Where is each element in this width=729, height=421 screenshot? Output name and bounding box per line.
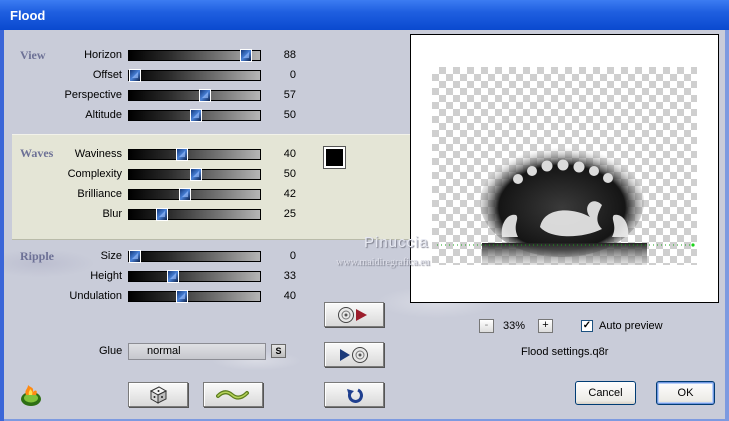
slider-thumb[interactable] <box>178 188 191 201</box>
slider-label-perspective: Perspective <box>64 89 122 101</box>
wave-icon <box>216 389 249 400</box>
slider-label-complexity: Complexity <box>67 168 122 180</box>
glue-label: Glue <box>99 345 123 357</box>
slider-size[interactable] <box>128 250 261 263</box>
auto-preview-checkbox[interactable]: ✓ <box>581 320 593 332</box>
slider-altitude[interactable] <box>128 109 261 122</box>
watermark-name: Pinuccia <box>364 234 429 251</box>
slider-value-brilliance: 42 <box>283 188 296 200</box>
load-settings-button[interactable] <box>324 302 384 327</box>
settings-filename: Flood settings.q8r <box>521 346 609 358</box>
slider-thumb[interactable] <box>176 290 189 303</box>
slider-label-size: Size <box>100 250 122 262</box>
slider-value-offset: 0 <box>289 69 296 81</box>
slider-value-size: 0 <box>289 250 296 262</box>
slider-value-blur: 25 <box>283 208 296 220</box>
undo-icon <box>347 388 363 403</box>
slider-value-waviness: 40 <box>283 148 296 160</box>
auto-preview-label: Auto preview <box>599 320 663 332</box>
title-bar[interactable]: Flood <box>0 0 729 30</box>
slider-label-horizon: Horizon <box>84 49 122 61</box>
slider-thumb[interactable] <box>176 148 189 161</box>
glue-s-button[interactable]: S <box>271 344 286 358</box>
flame-logo-icon <box>21 385 41 406</box>
slider-thumb[interactable] <box>129 250 141 263</box>
ok-button[interactable]: OK <box>656 381 715 405</box>
zoom-in-button[interactable]: + <box>538 319 553 333</box>
slider-label-altitude: Altitude <box>85 109 122 121</box>
slider-label-offset: Offset <box>92 69 122 81</box>
slider-waviness[interactable] <box>128 148 261 161</box>
slider-thumb[interactable] <box>240 49 253 62</box>
slider-value-perspective: 57 <box>283 89 296 101</box>
window-title: Flood <box>10 8 46 23</box>
slider-horizon[interactable] <box>128 49 261 62</box>
reset-button[interactable] <box>324 382 384 407</box>
slider-label-brilliance: Brilliance <box>77 188 122 200</box>
dice-icon <box>149 385 168 404</box>
slider-thumb[interactable] <box>189 168 202 181</box>
slider-value-undulation: 40 <box>283 290 296 302</box>
slider-thumb[interactable] <box>129 69 141 82</box>
slider-thumb[interactable] <box>189 109 202 122</box>
slider-brilliance[interactable] <box>128 188 261 201</box>
slider-label-undulation: Undulation <box>69 290 122 302</box>
slider-value-height: 33 <box>283 270 296 282</box>
slider-thumb[interactable] <box>166 270 179 283</box>
slider-label-height: Height <box>90 270 122 282</box>
slider-perspective[interactable] <box>128 89 261 102</box>
watermark-url: www.maidiregrafica.eu <box>336 257 430 268</box>
animate-button[interactable] <box>203 382 263 407</box>
save-settings-icon <box>340 346 368 363</box>
dialog-client-area: View Waves Ripple Horizon 88 Offset 0 Perspe… <box>4 30 725 419</box>
random-button[interactable] <box>128 382 188 407</box>
slider-undulation[interactable] <box>128 290 261 303</box>
zoom-out-button[interactable]: - <box>479 319 494 333</box>
cancel-button[interactable]: Cancel <box>575 381 636 405</box>
slider-label-blur: Blur <box>102 208 122 220</box>
preview-checkerboard <box>432 67 697 265</box>
save-settings-button[interactable] <box>324 342 384 367</box>
slider-label-waviness: Waviness <box>74 148 122 160</box>
preview-swan-image <box>437 147 695 265</box>
slider-value-altitude: 50 <box>283 109 296 121</box>
slider-complexity[interactable] <box>128 168 261 181</box>
slider-height[interactable] <box>128 270 261 283</box>
wave-color-swatch[interactable] <box>323 146 346 169</box>
slider-offset[interactable] <box>128 69 261 82</box>
flood-dialog: Flood View Waves Ripple Horizon 88 Offset 0… <box>0 0 729 421</box>
zoom-level: 33% <box>503 320 526 332</box>
load-settings-icon <box>338 306 367 323</box>
slider-value-complexity: 50 <box>283 168 296 180</box>
slider-thumb[interactable] <box>198 89 211 102</box>
slider-value-horizon: 88 <box>283 49 296 61</box>
slider-thumb[interactable] <box>156 208 169 221</box>
preview-panel[interactable] <box>410 34 719 303</box>
glue-select[interactable]: normal <box>128 343 266 360</box>
slider-blur[interactable] <box>128 208 261 221</box>
